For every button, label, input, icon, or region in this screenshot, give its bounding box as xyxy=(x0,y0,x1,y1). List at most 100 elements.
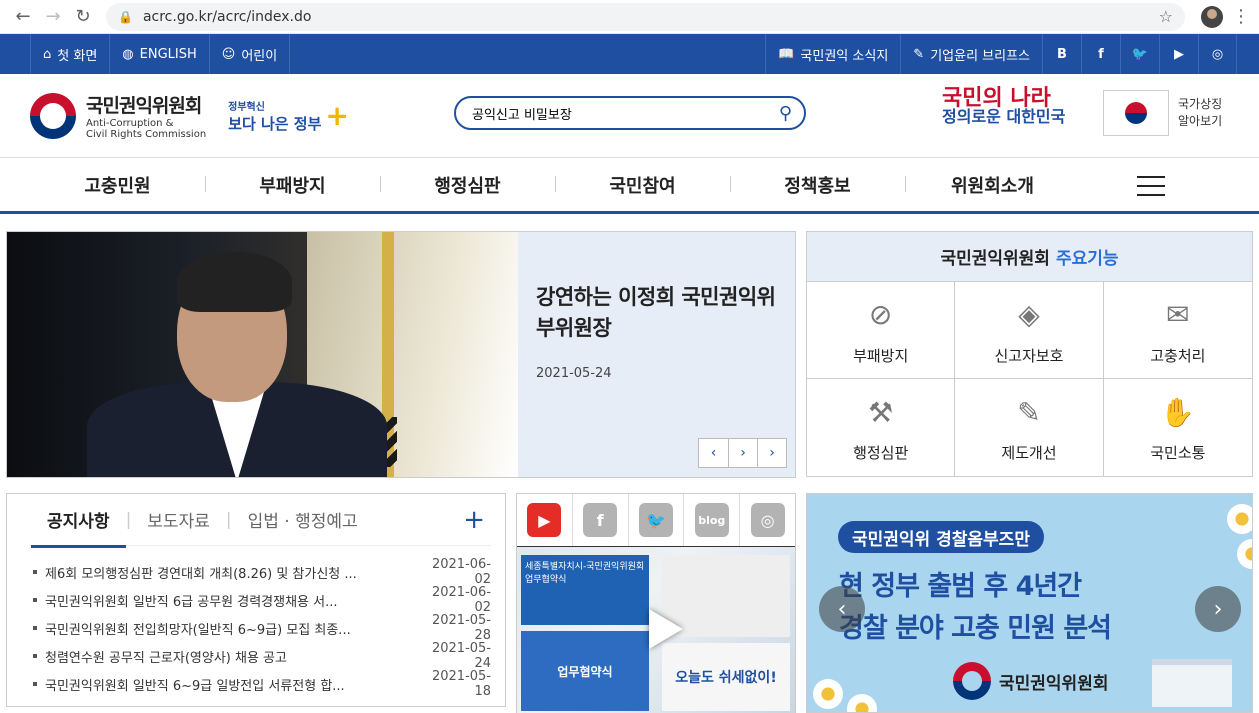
search-icon[interactable]: ⚲ xyxy=(779,103,792,124)
list-item[interactable]: 청렴연수원 공무직 근로자(영양사) 채용 공고 2021-05-24 xyxy=(31,641,491,671)
notice-date: 2021-05-24 xyxy=(431,641,491,671)
hero-prev-button[interactable]: ‹ xyxy=(699,439,728,467)
url-text[interactable]: acrc.go.kr/acrc/index.do xyxy=(143,9,311,25)
youtube-icon[interactable]: ▶ xyxy=(527,503,562,537)
more-plus-icon[interactable]: + xyxy=(463,505,485,535)
hero-title[interactable]: 강연하는 이정희 국민권익위 부위원장 xyxy=(536,282,777,344)
blog-icon[interactable]: blog xyxy=(694,503,729,537)
promo-next-button[interactable]: › xyxy=(1195,586,1241,632)
key-functions-accent: 주요기능 xyxy=(1055,249,1119,269)
keyfn-appeals[interactable]: ⚒ 행정심판 xyxy=(807,379,956,476)
nav-complaints[interactable]: 고충민원 xyxy=(30,172,205,198)
notice-list: 제6회 모의행정심판 경연대회 개최(8.26) 및 참가신청 ... 2021-… xyxy=(31,546,491,699)
keyfn-anti-corruption[interactable]: ⊘ 부패방지 xyxy=(807,282,956,379)
shield-icon: ◈ xyxy=(1018,298,1040,331)
notice-title[interactable]: 국민권익위원회 일반직 6급 공무원 경력경쟁채용 서... xyxy=(45,591,395,610)
play-icon[interactable] xyxy=(649,609,683,649)
notice-date: 2021-05-18 xyxy=(431,669,491,699)
org-name-ko: 국민권익위원회 xyxy=(86,95,202,117)
hero-next-button[interactable]: › xyxy=(757,439,786,467)
ethics-brief-link[interactable]: ✎ 기업윤리 브리프스 xyxy=(900,34,1042,74)
hamburger-menu-icon[interactable] xyxy=(1137,176,1165,203)
hero-photo[interactable] xyxy=(7,232,518,477)
reload-button[interactable]: ↻ xyxy=(68,2,98,32)
keyfn-label: 제도개선 xyxy=(1001,444,1057,462)
gov-innovation-badge[interactable]: 정부혁신 보다 나은 정부 + xyxy=(228,98,349,134)
nav-admin-appeals[interactable]: 행정심판 xyxy=(380,172,555,198)
newsletter-label: 국민권익 소식지 xyxy=(800,48,889,64)
list-item[interactable]: 국민권익위원회 전입희망자(일반직 6~9급) 모집 최종... 2021-05-… xyxy=(31,613,491,643)
home-label: 첫 화면 xyxy=(57,48,98,64)
logo-emblem-icon[interactable] xyxy=(30,92,76,139)
keyfn-improvement[interactable]: ✎ 제도개선 xyxy=(955,379,1104,476)
search-input[interactable] xyxy=(472,105,779,121)
nav-participation[interactable]: 국민참여 xyxy=(555,172,730,198)
youtube-icon[interactable]: ▶ xyxy=(1159,34,1198,74)
instagram-icon[interactable]: ◎ xyxy=(750,503,785,537)
facebook-icon[interactable]: f xyxy=(1081,34,1120,74)
list-item[interactable]: 국민권익위원회 일반직 6~9급 일방전입 서류전형 합... 2021-05-1… xyxy=(31,669,491,699)
promo-pill: 국민권익위 경찰옴부즈만 xyxy=(838,521,1044,553)
promo-prev-button[interactable]: ‹ xyxy=(819,586,865,632)
plus-icon: + xyxy=(325,99,349,132)
list-item[interactable]: 제6회 모의행정심판 경연대회 개최(8.26) 및 참가신청 ... 2021-… xyxy=(31,557,491,587)
national-flag-icon[interactable] xyxy=(1103,90,1169,136)
home-icon: ⌂ xyxy=(43,46,52,62)
keyfn-whistleblower[interactable]: ◈ 신고자보호 xyxy=(955,282,1104,379)
tab-press[interactable]: 보도자료 xyxy=(131,507,226,532)
twitter-icon[interactable]: 🐦 xyxy=(1120,34,1159,74)
facebook-icon[interactable]: f xyxy=(583,503,618,537)
kids-link[interactable]: ☺ 어린이 xyxy=(208,34,291,74)
notice-title[interactable]: 제6회 모의행정심판 경연대회 개최(8.26) 및 참가신청 ... xyxy=(45,563,395,582)
back-button[interactable]: ← xyxy=(8,2,38,32)
twitter-icon[interactable]: 🐦 xyxy=(638,503,673,537)
key-functions-org: 국민권익위원회 xyxy=(940,249,1050,269)
instagram-icon[interactable]: ◎ xyxy=(1198,34,1237,74)
main-navigation: 고충민원 부패방지 행정심판 국민참여 정책홍보 위원회소개 xyxy=(0,158,1259,214)
nav-about[interactable]: 위원회소개 xyxy=(905,172,1080,198)
kids-label: 어린이 xyxy=(241,48,278,64)
keyfn-label: 행정심판 xyxy=(853,444,909,462)
keyfn-label: 부패방지 xyxy=(853,346,909,365)
national-symbol-link[interactable]: 국가상징 알아보기 xyxy=(1178,96,1222,130)
tab-notices[interactable]: 공지사항 xyxy=(31,507,126,548)
notice-title[interactable]: 청렴연수원 공무직 근로자(영양사) 채용 공고 xyxy=(45,647,395,666)
keyfn-label: 국민소통 xyxy=(1150,444,1206,462)
social-media-panel: ▶ f 🐦 blog ◎ 세종특별자치시-국민권익위원회 업무협약식 업무협약식… xyxy=(516,493,796,713)
promo-line-1: 현 정부 출범 후 4년간 xyxy=(839,571,1082,602)
english-link[interactable]: ◍ ENGLISH xyxy=(109,34,208,74)
child-icon: ☺ xyxy=(221,46,236,62)
home-link[interactable]: ⌂ 첫 화면 xyxy=(30,34,109,74)
key-functions-panel: 국민권익위원회 주요기능 ⊘ 부패방지 ◈ 신고자보호 ✉ 고충처리 ⚒ 행정심… xyxy=(806,231,1253,477)
keyfn-communication[interactable]: ✋ 국민소통 xyxy=(1104,379,1252,476)
nav-policy-pr[interactable]: 정책홍보 xyxy=(730,172,905,198)
org-name-en-2: Civil Rights Commission xyxy=(86,129,207,140)
newsletter-link[interactable]: 📖 국민권익 소식지 xyxy=(765,34,900,74)
blog-icon[interactable]: B xyxy=(1042,34,1081,74)
promo-line-2: 경찰 분야 고충 민원 분석 xyxy=(839,613,1112,644)
slogan-line-2: 정의로운 대한민국 xyxy=(942,107,1066,126)
slogan-line-1: 국민의 나라 xyxy=(942,86,1051,111)
notice-title[interactable]: 국민권익위원회 전입희망자(일반직 6~9급) 모집 최종... xyxy=(45,619,395,638)
tab-legislation[interactable]: 입법 · 행정예고 xyxy=(232,507,374,532)
video-thumbnail[interactable]: 세종특별자치시-국민권익위원회 업무협약식 업무협약식 오늘도 쉬세없이! xyxy=(517,546,795,713)
hero-play-button[interactable]: › xyxy=(728,439,757,467)
keyfn-grievance[interactable]: ✉ 고충처리 xyxy=(1103,282,1252,379)
profile-avatar[interactable] xyxy=(1201,5,1223,28)
forward-button[interactable]: → xyxy=(38,2,68,32)
address-bar[interactable]: 🔒 acrc.go.kr/acrc/index.do ☆ xyxy=(106,2,1185,31)
list-item[interactable]: 국민권익위원회 일반직 6급 공무원 경력경쟁채용 서... 2021-06-02 xyxy=(31,585,491,615)
promo-banner[interactable]: 국민권익위 경찰옴부즈만 현 정부 출범 후 4년간 경찰 분야 고충 민원 분… xyxy=(806,493,1253,713)
no-bribe-icon: ⊘ xyxy=(868,298,893,331)
site-header: 국민권익위원회 Anti-Corruption & Civil Rights C… xyxy=(0,74,1259,158)
keyfn-label: 신고자보호 xyxy=(994,346,1064,365)
notice-board: 공지사항 | 보도자료 | 입법 · 행정예고 + 제6회 모의행정심판 경연대… xyxy=(6,493,506,707)
notice-title[interactable]: 국민권익위원회 일반직 6~9급 일방전입 서류전형 합... xyxy=(45,675,395,694)
browser-menu-icon[interactable]: ⋮ xyxy=(1231,6,1251,27)
bookmark-star-icon[interactable]: ☆ xyxy=(1159,7,1173,26)
clipboard-pen-icon: ✎ xyxy=(1017,395,1041,429)
utility-bar: ⌂ 첫 화면 ◍ ENGLISH ☺ 어린이 📖 국민권익 소식지 ✎ 기업윤리… xyxy=(0,34,1259,74)
hero-date: 2021-05-24 xyxy=(536,366,612,381)
site-logo[interactable]: 국민권익위원회 Anti-Corruption & Civil Rights C… xyxy=(86,91,206,140)
nav-anti-corruption[interactable]: 부패방지 xyxy=(205,172,380,198)
